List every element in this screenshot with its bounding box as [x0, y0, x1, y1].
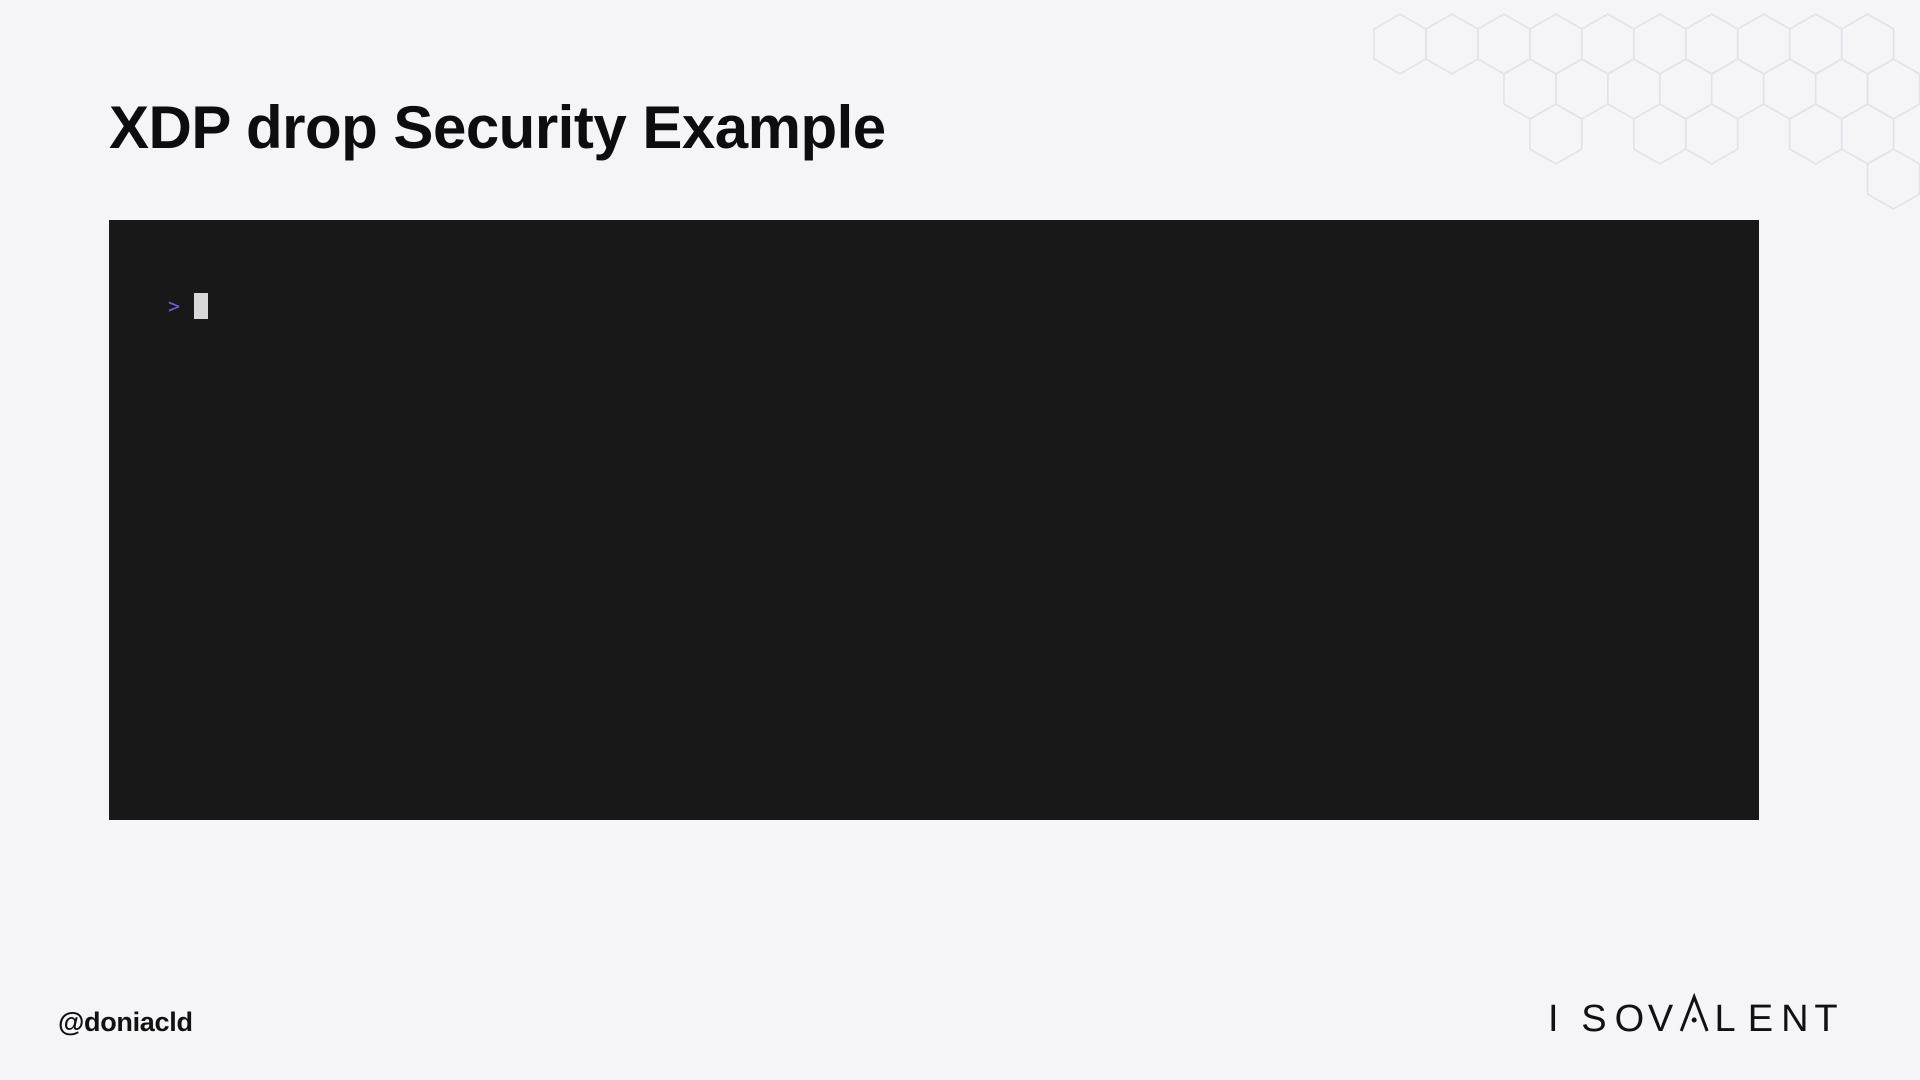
slide-title: XDP drop Security Example	[109, 94, 886, 161]
logo-letter: I	[1548, 998, 1559, 1039]
author-handle: @doniacld	[58, 1007, 193, 1037]
hexagon-shape	[1788, 13, 1843, 75]
hexagon-shape	[1632, 13, 1687, 75]
logo-letter: O	[1615, 998, 1645, 1039]
logo-letter: N	[1781, 998, 1808, 1039]
logo-letter: L	[1715, 998, 1736, 1039]
logo-letter: E	[1748, 998, 1773, 1039]
hexagon-shape	[1684, 13, 1739, 75]
hexagon-shape	[1658, 58, 1713, 120]
logo-letter: S	[1581, 998, 1606, 1039]
hexagon-shape	[1866, 58, 1920, 120]
hexagon-shape	[1477, 13, 1531, 75]
hexagon-shape	[1555, 58, 1609, 120]
hexagon-shape	[1762, 58, 1817, 120]
hexagon-shape	[1814, 58, 1869, 120]
hexagon-shape	[1373, 13, 1427, 75]
hexagon-shape	[1632, 103, 1687, 165]
logo-letter-a	[1679, 992, 1709, 1032]
hexagon-shape	[1529, 103, 1583, 165]
hexagon-shape	[1581, 13, 1635, 75]
block-cursor-icon	[194, 293, 209, 319]
logo-letter: V	[1648, 998, 1674, 1039]
hexagon-shape	[1503, 58, 1557, 120]
prompt-symbol: >	[168, 294, 181, 318]
terminal-window[interactable]: >	[109, 220, 1759, 820]
hexagon-shape	[1710, 58, 1765, 120]
hexagon-shape	[1788, 103, 1843, 165]
terminal-prompt-line[interactable]: >	[168, 290, 209, 322]
isovalent-logo: ISOVLENT	[1548, 992, 1838, 1039]
hexagon-shape	[1607, 58, 1661, 120]
hexagon-shape	[1529, 13, 1583, 75]
hexagon-shape	[1866, 148, 1920, 210]
hexagon-shape	[1736, 13, 1791, 75]
hexagon-shape	[1840, 13, 1895, 75]
hexagon-pattern-icon	[1373, 13, 1920, 210]
hexagon-shape	[1425, 13, 1479, 75]
hexagon-shape	[1684, 103, 1739, 165]
hexagon-shape	[1840, 103, 1895, 165]
logo-letter: T	[1814, 998, 1837, 1039]
